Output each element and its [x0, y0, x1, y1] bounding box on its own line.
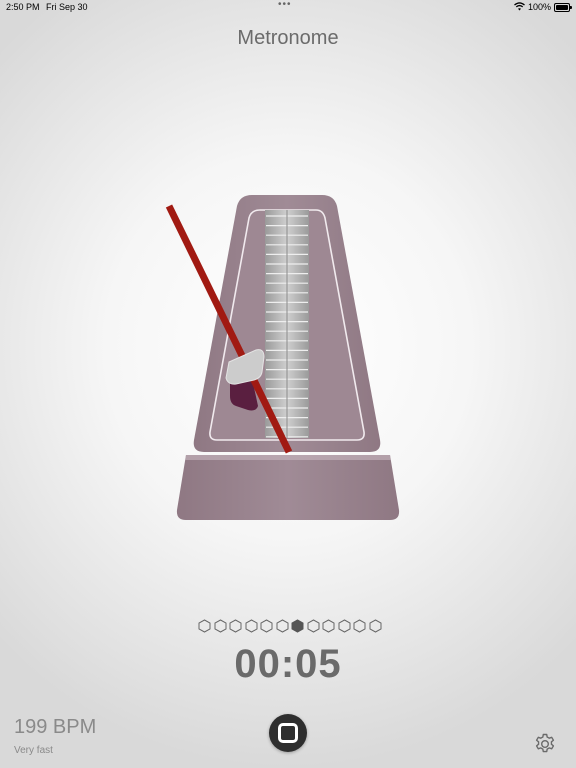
beat-indicator	[321, 618, 337, 633]
beat-indicator	[228, 618, 244, 633]
beat-indicator	[306, 618, 322, 633]
beat-indicators	[197, 618, 383, 634]
settings-button[interactable]	[533, 732, 557, 756]
beat-indicator	[213, 618, 229, 633]
bpm-label[interactable]: 199 BPM	[14, 716, 96, 739]
beat-indicator	[352, 618, 368, 633]
beat-indicator	[337, 618, 353, 633]
metronome-base	[176, 455, 400, 520]
beat-indicator	[368, 618, 384, 633]
stop-button[interactable]	[269, 714, 307, 752]
beat-indicator	[197, 618, 213, 633]
tempo-marking: Very fast	[14, 745, 53, 756]
beat-indicator-active	[290, 618, 306, 633]
beat-indicator	[259, 618, 275, 633]
gear-icon	[535, 733, 555, 753]
stop-icon	[278, 723, 298, 743]
beat-indicator	[275, 618, 291, 633]
metronome-illustration	[165, 195, 400, 520]
elapsed-timer: 00:05	[234, 642, 342, 686]
beat-indicator	[244, 618, 260, 633]
